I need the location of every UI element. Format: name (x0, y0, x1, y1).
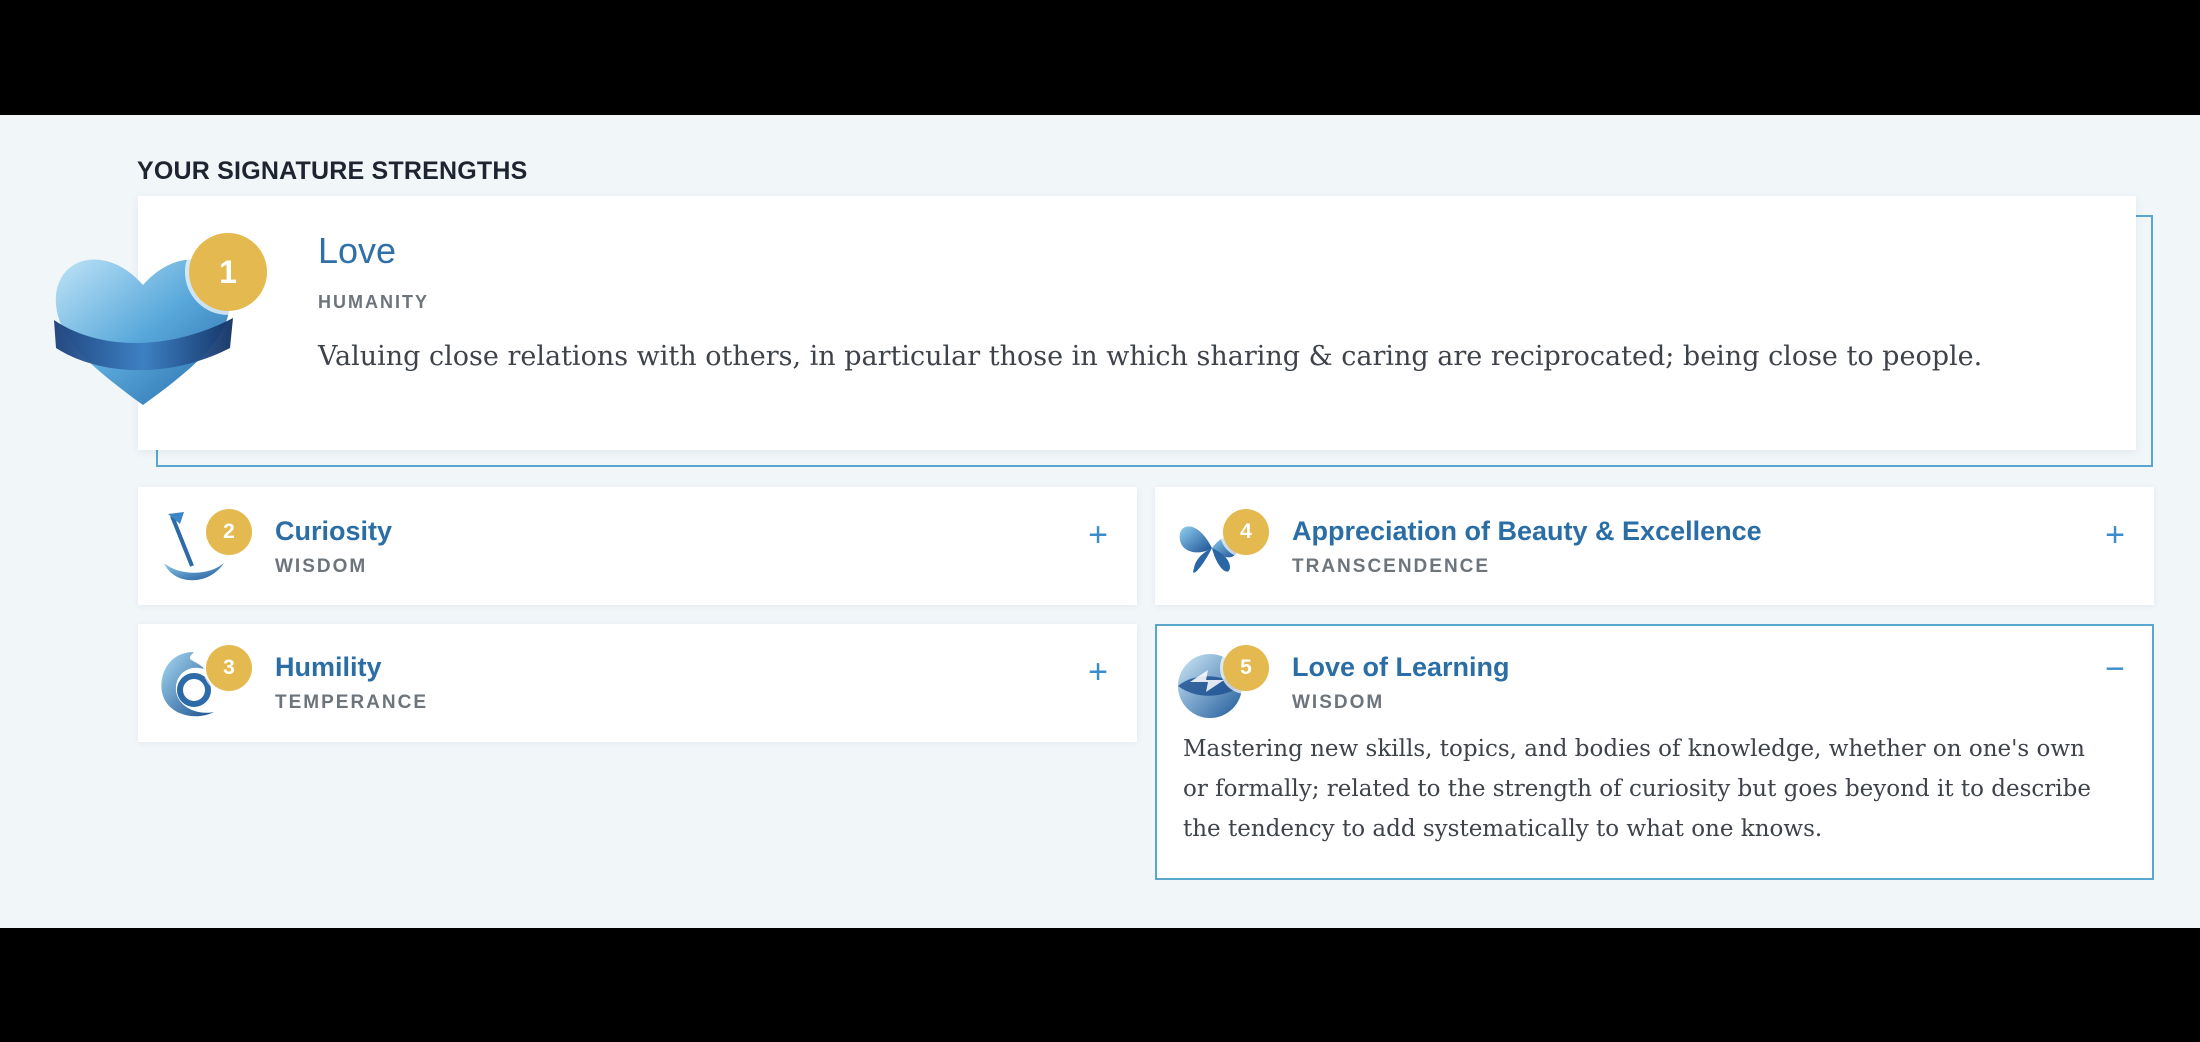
rank-badge-4: 4 (1223, 509, 1269, 555)
rank-badge-1: 1 (189, 233, 267, 311)
strength-category-appreciation-of-beauty: TRANSCENDENCE (1292, 556, 1491, 577)
strength-title-love-of-learning: Love of Learning (1292, 652, 1510, 682)
rank-badge-2: 2 (206, 509, 252, 555)
expand-icon[interactable]: + (1083, 518, 1113, 552)
rank-badge-5: 5 (1223, 645, 1269, 691)
featured-strength-description: Valuing close relations with others, in … (318, 341, 1983, 372)
strength-title-curiosity: Curiosity (275, 516, 393, 546)
section-title: YOUR SIGNATURE STRENGTHS (137, 157, 528, 185)
rank-badge-3: 3 (206, 645, 252, 691)
strength-description-love-of-learning: Mastering new skills, topics, and bodies… (1183, 736, 2091, 842)
strength-title-humility: Humility (275, 652, 382, 682)
featured-strength-category: HUMANITY (318, 292, 429, 312)
strength-category-humility: TEMPERANCE (275, 692, 429, 713)
strength-card-humility[interactable] (138, 624, 1137, 742)
collapse-icon[interactable]: − (2100, 652, 2130, 686)
featured-strength-card[interactable] (138, 196, 2136, 450)
strength-title-appreciation-of-beauty: Appreciation of Beauty & Excellence (1292, 516, 1762, 546)
featured-strength-title: Love (318, 230, 397, 271)
expand-icon[interactable]: + (1083, 655, 1113, 689)
strength-category-love-of-learning: WISDOM (1292, 692, 1385, 713)
strength-category-curiosity: WISDOM (275, 556, 368, 577)
expand-icon[interactable]: + (2100, 518, 2130, 552)
